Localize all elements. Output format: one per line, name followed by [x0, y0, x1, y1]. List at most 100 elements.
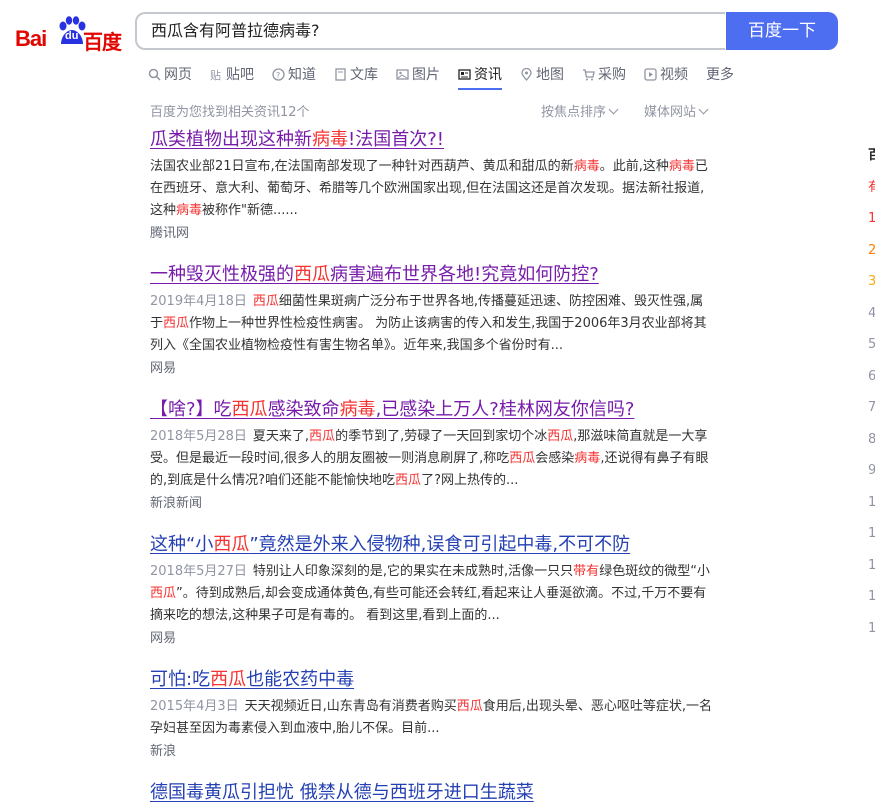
hot-list-item-partial[interactable]: 1 [868, 487, 875, 519]
sort-focus-dropdown[interactable]: 按焦点排序 [541, 101, 619, 120]
tab-label: 地图 [536, 67, 564, 83]
search-result: 可怕:吃西瓜也能农药中毒 2015年4月3日 天天视频近日,山东青岛有消费者购买西瓜… [150, 666, 715, 763]
highlight-keyword: 西瓜 [547, 429, 574, 444]
hot-list-item-partial[interactable]: 1 [868, 613, 875, 645]
result-title-link[interactable]: 一种毁灭性极强的西瓜病害遍布世界各地!究竟如何防控? [150, 261, 715, 289]
tab-label: 视频 [660, 67, 688, 83]
text-segment: 会感染 [535, 451, 575, 466]
result-title-link[interactable]: 可怕:吃西瓜也能农药中毒 [150, 666, 715, 694]
cart-icon [583, 68, 595, 80]
highlight-keyword: 病毒 [176, 203, 203, 218]
hot-list-item-partial[interactable]: 1 [868, 581, 875, 613]
text-segment: 一种毁灭性极强的 [150, 264, 294, 285]
result-title-link[interactable]: 这种“小西瓜”竟然是外来入侵物种,误食可引起中毒,不可不防 [150, 531, 715, 559]
baidu-logo[interactable]: Bai du 百度 [15, 14, 122, 54]
result-source[interactable]: 新浪 [150, 741, 715, 763]
hot-list-item-partial[interactable]: 1 [868, 518, 875, 550]
hot-list-item-partial[interactable]: 3 [868, 266, 875, 298]
text-segment: 德国毒黄瓜引担忧 俄禁从德与西班牙进口生蔬菜 [150, 782, 534, 803]
result-source[interactable]: 网易 [150, 358, 715, 380]
tab-news[interactable]: 资讯 [458, 63, 502, 90]
highlight-keyword: 病毒 [312, 129, 348, 150]
text-segment: 【啥?】吃 [150, 399, 232, 420]
search-tabs: 网页 贴贴吧? 知道 文库 图片 资讯 地图 采购 视频 更多 [148, 63, 752, 93]
tab-map[interactable]: 地图 [520, 63, 564, 85]
hot-list-item-partial[interactable]: 6 [868, 361, 875, 393]
result-date: 2019年4月18日 [150, 294, 247, 309]
result-date: 2018年5月27日 [150, 564, 247, 579]
hot-list-item-partial[interactable]: 8 [868, 424, 875, 456]
highlight-keyword: 西瓜 [150, 586, 177, 601]
tab-label: 网页 [164, 67, 192, 83]
hot-list-item-partial[interactable]: 9 [868, 455, 875, 487]
result-source[interactable]: 腾讯网 [150, 223, 715, 245]
hot-list-item-partial[interactable]: 7 [868, 392, 875, 424]
right-sidebar-partial: 百有12345678911111 [868, 140, 875, 644]
tab-label: 更多 [706, 67, 734, 83]
search-button[interactable]: 百度一下 [726, 12, 838, 50]
search-result: 德国毒黄瓜引担忧 俄禁从德与西班牙进口生蔬菜 [150, 779, 715, 807]
highlight-keyword: 西瓜 [395, 473, 422, 488]
result-abstract: 法国农业部21日宣布,在法国南部发现了一种针对西葫芦、黄瓜和甜瓜的新病毒。此前,… [150, 156, 715, 222]
play-icon [644, 67, 657, 81]
hot-list-item-partial[interactable]: 5 [868, 329, 875, 361]
highlight-keyword: 病毒 [573, 159, 600, 174]
search-result: 这种“小西瓜”竟然是外来入侵物种,误食可引起中毒,不可不防 2018年5月27日特… [150, 531, 715, 650]
hot-list-item-partial[interactable]: 1 [868, 550, 875, 582]
search-icon [148, 68, 161, 81]
tab-question[interactable]: ? 知道 [272, 63, 316, 85]
result-count: 百度为您找到相关资讯12个 [150, 105, 310, 120]
logo-text-baidu: 百度 [83, 30, 122, 54]
text-segment: 的季节到了,劳碌了一天回到家切个冰 [335, 429, 548, 444]
result-source[interactable]: 网易 [150, 628, 715, 650]
tab-image[interactable]: 图片 [396, 63, 440, 85]
hot-list-item-partial[interactable]: 百 [868, 140, 875, 172]
text-segment: 瓜类植物出现这种新 [150, 129, 312, 150]
result-title-link[interactable]: 德国毒黄瓜引担忧 俄禁从德与西班牙进口生蔬菜 [150, 779, 715, 807]
hot-list-item-partial[interactable]: 1 [868, 203, 875, 235]
result-date: 2018年5月28日 [150, 429, 247, 444]
highlight-keyword: 西瓜 [509, 451, 536, 466]
highlight-keyword: 西瓜 [456, 699, 483, 714]
highlight-keyword: 西瓜 [231, 399, 268, 420]
highlight-keyword: 西瓜 [252, 294, 279, 309]
result-title-link[interactable]: 【啥?】吃西瓜感染致命病毒,已感染上万人?桂林网友你信吗? [150, 396, 715, 424]
result-title-link[interactable]: 瓜类植物出现这种新病毒!法国首次?! [150, 126, 715, 154]
hot-list-item-partial[interactable]: 2 [868, 235, 875, 267]
hot-list-item-partial[interactable]: 4 [868, 298, 875, 330]
tab-search[interactable]: 网页 [148, 63, 192, 85]
highlight-keyword: 带有 [573, 564, 600, 579]
search-result: 瓜类植物出现这种新病毒!法国首次?! 法国农业部21日宣布,在法国南部发现了一种针… [150, 126, 715, 245]
tab-cart[interactable]: 采购 [582, 63, 626, 85]
hot-list-item-partial[interactable]: 有 [868, 172, 875, 204]
text-segment: 夏天来了, [252, 429, 310, 444]
text-segment: 这种“小 [150, 534, 214, 555]
result-source[interactable]: 新浪新闻 [150, 493, 715, 515]
svg-text:贴: 贴 [210, 68, 221, 81]
highlight-keyword: 西瓜 [309, 429, 336, 444]
text-segment: !法国首次?! [348, 129, 444, 150]
text-segment: 法国农业部21日宣布,在法国南部发现了一种针对西葫芦、黄瓜和甜瓜的新 [150, 159, 574, 174]
search-input[interactable]: 西瓜含有阿普拉德病毒? [135, 12, 725, 50]
highlight-keyword: 西瓜 [163, 316, 190, 331]
chevron-down-icon [608, 104, 619, 115]
result-abstract: 2018年5月28日 夏天来了,西瓜的季节到了,劳碌了一天回到家切个冰西瓜,那滋味… [150, 426, 715, 492]
highlight-keyword: 病毒 [668, 159, 695, 174]
text-segment: 天天视频近日,山东青岛有消费者购买 [244, 699, 457, 714]
svg-text:?: ? [276, 71, 280, 80]
tab-play[interactable]: 视频 [644, 63, 688, 85]
question-icon: ? [272, 67, 285, 81]
tab-document[interactable]: 文库 [334, 63, 378, 85]
tab-tieba[interactable]: 贴贴吧 [210, 63, 254, 85]
media-filter-dropdown[interactable]: 媒体网站 [644, 101, 709, 120]
tab-label: 贴吧 [226, 67, 254, 83]
tab-label: 文库 [350, 67, 378, 83]
highlight-keyword: 病毒 [339, 399, 376, 420]
highlight-keyword: 西瓜 [294, 264, 330, 285]
tab-label: 知道 [288, 67, 316, 83]
text-segment: ”竟然是外来入侵物种,误食可引起中毒,不可不防 [249, 534, 631, 555]
result-abstract: 2019年4月18日 西瓜细菌性果斑病广泛分布于世界各地,传播蔓延迅速、防控困难、… [150, 291, 715, 357]
text-segment: 病害遍布世界各地!究竟如何防控? [330, 264, 599, 285]
result-abstract: 2015年4月3日 天天视频近日,山东青岛有消费者购买西瓜食用后,出现头晕、恶心呕… [150, 696, 715, 740]
tab-more[interactable]: 更多 [706, 63, 734, 85]
